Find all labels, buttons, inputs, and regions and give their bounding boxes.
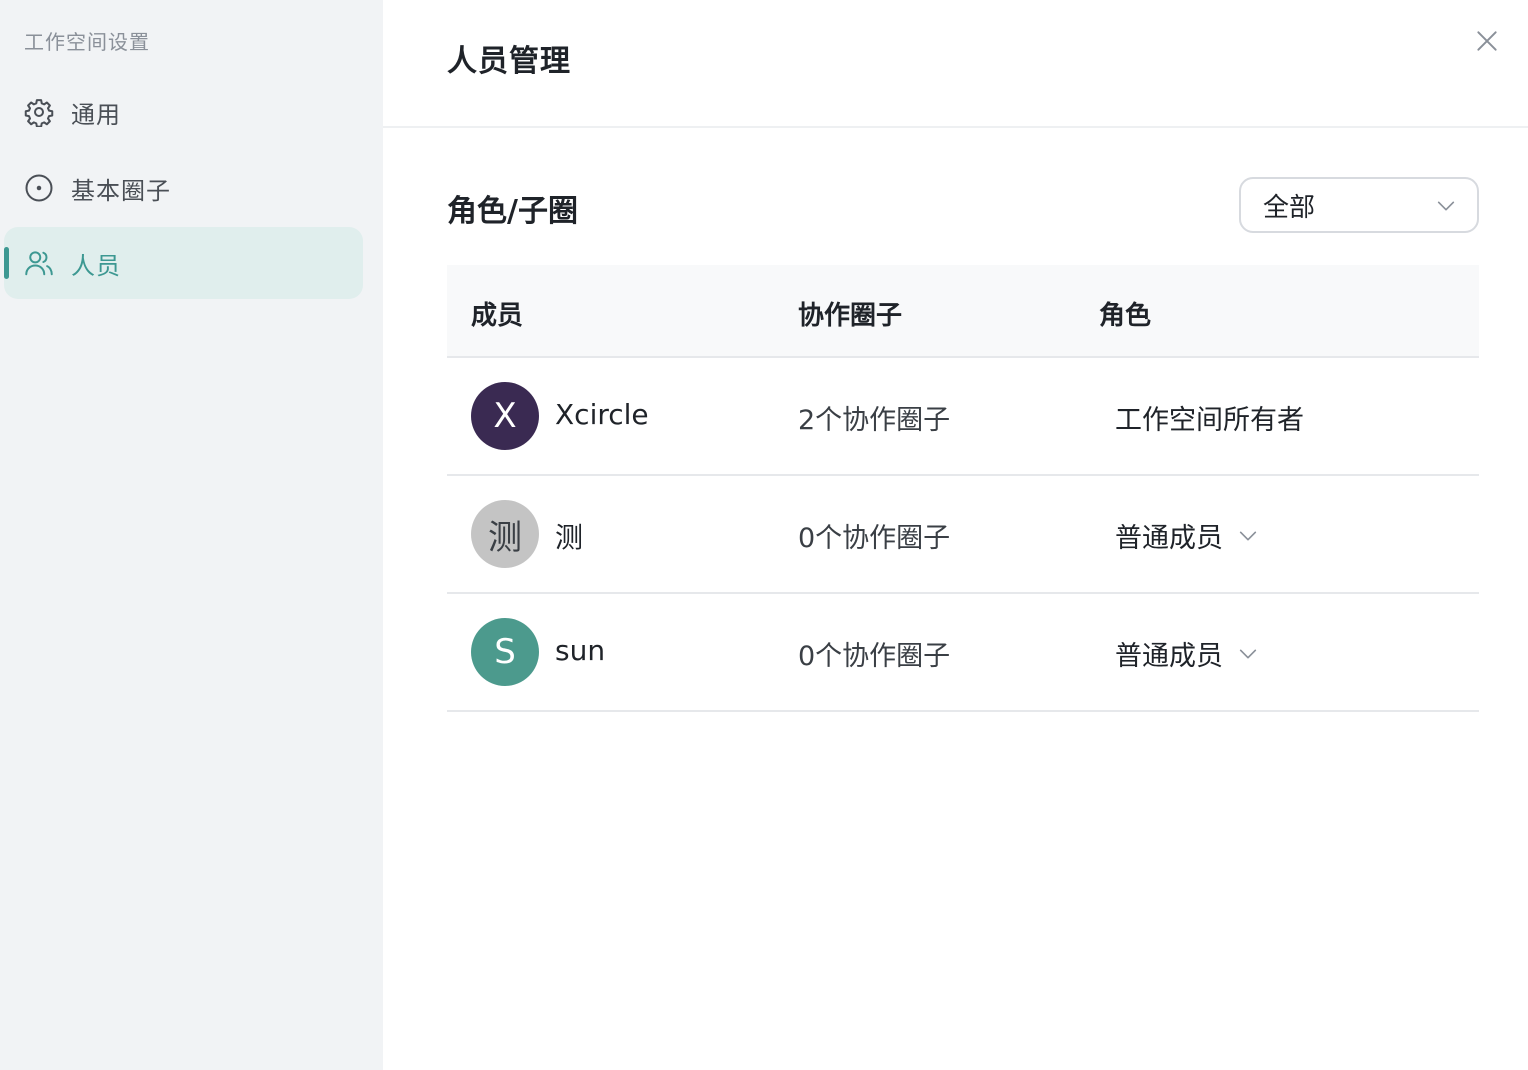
circle-count: 0个协作圈子 bbox=[798, 641, 951, 672]
table-row: 测 测 0个协作圈子 普通成员 bbox=[447, 476, 1479, 594]
column-header-circles: 协作圈子 bbox=[798, 301, 903, 331]
circle-dot-icon bbox=[23, 172, 55, 204]
role-filter-select[interactable]: 全部 bbox=[1239, 177, 1479, 233]
chevron-down-icon bbox=[1239, 531, 1257, 540]
member-name: 测 bbox=[555, 521, 584, 554]
members-table: 成员 协作圈子 角色 X Xcircle 2个协作圈子 工作空间所有者 测 测 … bbox=[447, 265, 1479, 712]
circle-count: 0个协作圈子 bbox=[798, 523, 951, 554]
column-header-role: 角色 bbox=[1099, 301, 1152, 331]
active-indicator bbox=[4, 247, 9, 279]
page-title: 人员管理 bbox=[447, 44, 571, 79]
sidebar-item-basic-circle[interactable]: 基本圈子 bbox=[4, 152, 363, 224]
sidebar-item-label: 基本圈子 bbox=[71, 176, 171, 205]
sidebar-item-members[interactable]: 人员 bbox=[4, 227, 363, 299]
header: 人员管理 bbox=[383, 0, 1528, 128]
section-title: 角色/子圈 bbox=[447, 194, 578, 229]
filter-value: 全部 bbox=[1263, 192, 1316, 223]
sidebar-item-general[interactable]: 通用 bbox=[4, 76, 363, 148]
column-header-member: 成员 bbox=[471, 301, 524, 331]
table-row: S sun 0个协作圈子 普通成员 bbox=[447, 594, 1479, 712]
close-icon bbox=[1477, 31, 1497, 51]
sidebar-item-label: 通用 bbox=[71, 100, 121, 129]
member-name: Xcircle bbox=[555, 398, 649, 431]
role-text: 普通成员 bbox=[1115, 641, 1223, 672]
role-text: 普通成员 bbox=[1115, 523, 1223, 554]
sidebar: 工作空间设置 通用 基本圈子 人员 bbox=[0, 0, 383, 1070]
chevron-down-icon bbox=[1239, 649, 1257, 658]
chevron-down-icon bbox=[1437, 201, 1455, 211]
sidebar-title: 工作空间设置 bbox=[24, 30, 150, 54]
role-text: 工作空间所有者 bbox=[1115, 405, 1304, 436]
users-icon bbox=[23, 247, 55, 279]
member-name: sun bbox=[555, 634, 606, 667]
close-button[interactable] bbox=[1474, 28, 1500, 54]
circle-count: 2个协作圈子 bbox=[798, 405, 951, 436]
avatar: 测 bbox=[471, 500, 539, 568]
gear-icon bbox=[23, 96, 55, 128]
main-panel: 人员管理 角色/子圈 全部 成员 协作圈子 角色 X Xcircle 2个协作圈… bbox=[383, 0, 1528, 1070]
role-dropdown[interactable]: 普通成员 bbox=[1115, 634, 1259, 673]
role-label: 工作空间所有者 bbox=[1115, 398, 1304, 437]
avatar: X bbox=[471, 382, 539, 450]
sidebar-item-label: 人员 bbox=[71, 251, 121, 280]
table-header: 成员 协作圈子 角色 bbox=[447, 265, 1479, 358]
avatar: S bbox=[471, 618, 539, 686]
table-row: X Xcircle 2个协作圈子 工作空间所有者 bbox=[447, 358, 1479, 476]
role-dropdown[interactable]: 普通成员 bbox=[1115, 516, 1259, 555]
